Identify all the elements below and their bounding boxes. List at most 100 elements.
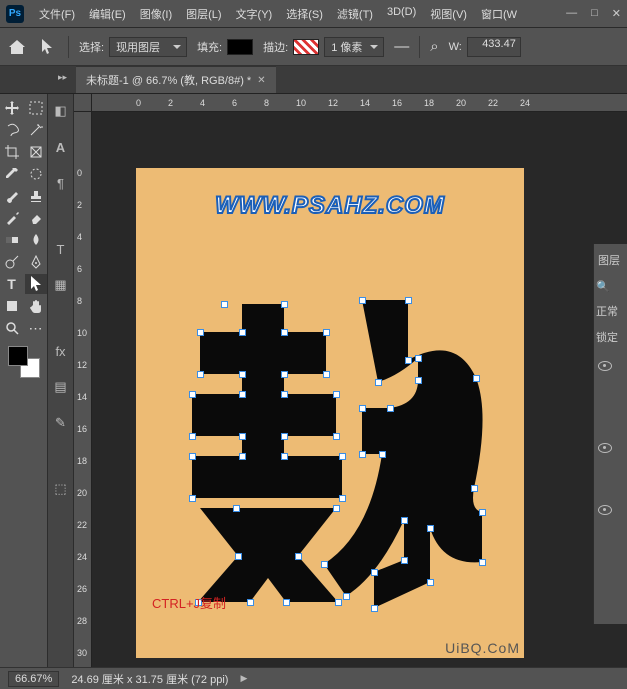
menu-type[interactable]: 文字(Y) — [229, 2, 280, 26]
anchor-handle[interactable] — [189, 453, 196, 460]
visibility-eye-icon[interactable] — [598, 505, 612, 515]
menu-select[interactable]: 选择(S) — [279, 2, 330, 26]
anchor-handle[interactable] — [401, 517, 408, 524]
swatches-panel-icon[interactable]: ▦ — [52, 276, 70, 294]
stamp-tool[interactable] — [25, 186, 47, 206]
anchor-handle[interactable] — [281, 433, 288, 440]
eyedropper-tool[interactable] — [1, 164, 23, 184]
anchor-handle[interactable] — [197, 329, 204, 336]
ruler-vertical[interactable]: 024681012141618202224262830 — [74, 112, 92, 667]
select-dropdown[interactable]: 现用图层 — [109, 37, 187, 57]
artboard[interactable]: WWW.PSAHZ.COM CTRL+J复制 UiBQ.CoM — [136, 168, 524, 658]
anchor-handle[interactable] — [427, 579, 434, 586]
anchor-handle[interactable] — [283, 599, 290, 606]
anchor-handle[interactable] — [359, 297, 366, 304]
properties-panel-icon[interactable]: ▤ — [52, 378, 70, 396]
menu-window[interactable]: 窗口(W — [474, 2, 524, 26]
history-brush-tool[interactable] — [1, 208, 23, 228]
type-tool[interactable]: T — [1, 274, 23, 294]
anchor-handle[interactable] — [333, 391, 340, 398]
anchor-handle[interactable] — [281, 391, 288, 398]
character-panel-icon[interactable]: A — [52, 138, 70, 156]
align-icon[interactable]: ⌕ — [430, 38, 438, 55]
lasso-tool[interactable] — [1, 120, 23, 140]
anchor-handle[interactable] — [239, 433, 246, 440]
marquee-tool[interactable] — [25, 98, 47, 118]
close-button[interactable]: ✕ — [612, 7, 621, 20]
anchor-handle[interactable] — [427, 525, 434, 532]
anchor-handle[interactable] — [343, 593, 350, 600]
menu-file[interactable]: 文件(F) — [32, 2, 82, 26]
stroke-width-dropdown[interactable]: 1 像素 — [324, 37, 384, 57]
layers-panel[interactable]: 图层 🔍 正常 锁定 — [593, 244, 627, 624]
anchor-handle[interactable] — [405, 297, 412, 304]
color-fg-bg[interactable] — [8, 346, 40, 378]
anchor-handle[interactable] — [335, 599, 342, 606]
heal-tool[interactable] — [25, 164, 47, 184]
anchor-handle[interactable] — [359, 405, 366, 412]
pen-tool[interactable] — [25, 252, 47, 272]
brush-tool[interactable] — [1, 186, 23, 206]
ruler-origin[interactable] — [74, 94, 92, 112]
anchor-handle[interactable] — [235, 553, 242, 560]
anchor-handle[interactable] — [339, 453, 346, 460]
shape-character[interactable] — [174, 292, 490, 608]
width-input[interactable]: 433.47 — [467, 37, 521, 57]
anchor-handle[interactable] — [221, 301, 228, 308]
anchor-handle[interactable] — [473, 375, 480, 382]
anchor-handle[interactable] — [247, 599, 254, 606]
brush-panel-icon[interactable]: ✎ — [52, 414, 70, 432]
zoom-tool[interactable] — [1, 318, 23, 338]
anchor-handle[interactable] — [405, 357, 412, 364]
path-select-tool[interactable] — [25, 274, 47, 294]
anchor-handle[interactable] — [323, 371, 330, 378]
anchor-handle[interactable] — [371, 605, 378, 612]
anchor-handle[interactable] — [239, 329, 246, 336]
frame-tool[interactable] — [25, 142, 47, 162]
ruler-horizontal[interactable]: 024681012141618202224 — [92, 94, 627, 112]
edit-toolbar-icon[interactable]: ⋯ — [25, 318, 47, 338]
anchor-handle[interactable] — [295, 553, 302, 560]
menu-filter[interactable]: 滤镜(T) — [330, 2, 380, 26]
info-panel-icon[interactable]: fx — [52, 342, 70, 360]
anchor-handle[interactable] — [281, 371, 288, 378]
anchor-handle[interactable] — [471, 485, 478, 492]
anchor-handle[interactable] — [239, 391, 246, 398]
paragraph-panel-icon[interactable]: ¶ — [52, 174, 70, 192]
eraser-tool[interactable] — [25, 208, 47, 228]
close-tab-icon[interactable]: ✕ — [257, 75, 265, 86]
anchor-handle[interactable] — [415, 377, 422, 384]
anchor-handle[interactable] — [339, 495, 346, 502]
move-tool[interactable] — [1, 98, 23, 118]
home-icon[interactable] — [8, 39, 26, 55]
anchor-handle[interactable] — [333, 433, 340, 440]
anchor-handle[interactable] — [239, 453, 246, 460]
anchor-handle[interactable] — [233, 505, 240, 512]
anchor-handle[interactable] — [197, 371, 204, 378]
anchor-handle[interactable] — [189, 495, 196, 502]
anchor-handle[interactable] — [415, 355, 422, 362]
shape-tool[interactable] — [1, 296, 23, 316]
anchor-handle[interactable] — [333, 505, 340, 512]
expand-chevron-icon[interactable]: ▸▸ — [58, 72, 72, 86]
wand-tool[interactable] — [25, 120, 47, 140]
menu-layer[interactable]: 图层(L) — [179, 2, 228, 26]
anchor-handle[interactable] — [379, 451, 386, 458]
anchor-handle[interactable] — [401, 557, 408, 564]
anchor-handle[interactable] — [323, 329, 330, 336]
anchor-handle[interactable] — [281, 453, 288, 460]
minimize-button[interactable]: — — [566, 7, 577, 20]
anchor-handle[interactable] — [387, 405, 394, 412]
glyphs-panel-icon[interactable]: T — [52, 240, 70, 258]
anchor-handle[interactable] — [189, 433, 196, 440]
stroke-swatch[interactable] — [293, 39, 319, 55]
anchor-handle[interactable] — [359, 451, 366, 458]
restore-button[interactable]: □ — [591, 7, 598, 20]
search-icon[interactable]: 🔍 — [596, 280, 625, 293]
anchor-handle[interactable] — [321, 561, 328, 568]
stroke-style-icon[interactable]: — — [394, 38, 409, 55]
document-tab[interactable]: 未标题-1 @ 66.7% (教, RGB/8#) * ✕ — [76, 66, 276, 93]
gradient-tool[interactable] — [1, 230, 23, 250]
zoom-display[interactable]: 66.67% — [8, 671, 59, 687]
history-panel-icon[interactable]: ◧ — [52, 102, 70, 120]
